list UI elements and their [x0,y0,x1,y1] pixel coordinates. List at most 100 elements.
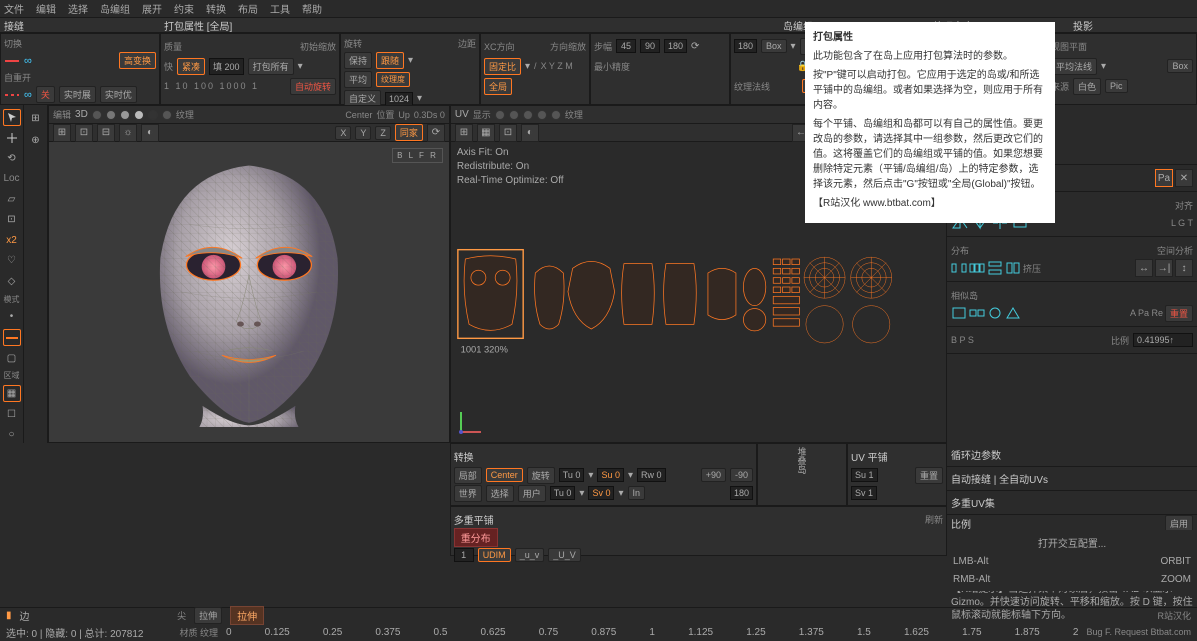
menu-islandgroup[interactable]: 岛编组 [100,1,130,16]
icon-button[interactable]: ◐ [141,124,159,142]
menu-tools[interactable]: 工具 [270,1,290,16]
redist-button[interactable]: 重分布 [454,528,498,547]
pivot-button[interactable]: 旋转 [527,467,555,484]
icon-button[interactable]: ☼ [119,124,137,142]
dist-icon[interactable] [969,261,985,275]
vp3d-mode[interactable]: 编辑 [53,108,71,121]
realtime-unfold-button[interactable]: 实时展 [59,86,96,103]
reset-button[interactable]: 重置 [1165,305,1193,322]
multiuv-title[interactable]: 多重UV集 [951,497,995,512]
off-button[interactable]: 关 [36,86,55,103]
follow-button[interactable]: 跟随 [376,52,404,69]
ratio-input[interactable] [1133,333,1193,347]
dist-icon[interactable] [987,261,1003,275]
posneg-label[interactable]: 位置 [376,108,394,121]
tab-seam[interactable]: 接缝 [4,18,154,33]
center-button[interactable]: Center [486,468,523,482]
avgnorm-button[interactable]: 平均法线 [1051,58,1097,75]
refresh-label[interactable]: 刷新 [925,513,943,526]
move-tool-icon[interactable] [3,130,21,147]
x-button[interactable]: X [335,126,351,140]
extend-button[interactable]: 拉伸 [230,606,264,625]
in-button[interactable]: In [628,486,646,500]
refresh-icon[interactable]: ⟳ [691,41,699,52]
apare-label[interactable]: A Pa Re [1130,308,1163,318]
fixratio-button[interactable]: 固定比 [484,58,521,75]
z-button[interactable]: Z [375,126,391,140]
global-button[interactable]: 全局 [484,78,512,95]
pic-button[interactable]: Pic [1105,79,1128,93]
su1-value[interactable]: Su 1 [851,468,878,482]
dropdown-icon[interactable]: ▾ [579,488,584,499]
icon-button[interactable]: ⊟ [97,124,115,142]
icon-button[interactable]: ⊡ [75,124,93,142]
circle-icon[interactable]: ○ [3,427,21,444]
shading-dot[interactable] [509,110,519,120]
snap-icon[interactable] [969,306,985,320]
snap-icon[interactable] [987,306,1003,320]
line-icon[interactable] [3,329,21,346]
dropdown-icon[interactable]: ▾ [298,61,303,72]
fill-value[interactable]: 填 200 [209,58,244,75]
shading-dot[interactable] [537,110,547,120]
tab-projection[interactable]: 投影 [1073,18,1193,33]
x-icon[interactable]: ✕ [1175,169,1193,187]
refresh-icon[interactable]: ⟳ [427,124,445,142]
icon-button[interactable]: ⊡ [499,124,517,142]
dist-icon[interactable] [1005,261,1021,275]
icon-button[interactable]: ◐ [521,124,539,142]
shading-dot[interactable] [148,110,158,120]
vp3d-content[interactable]: B L F R [49,142,449,442]
snap-icon[interactable] [1005,306,1021,320]
up-label[interactable]: Up [398,110,410,120]
y-button[interactable]: Y [355,126,371,140]
shading-dot[interactable] [106,110,116,120]
dropdown-icon[interactable]: ▾ [525,61,530,72]
lgt-label[interactable]: L G T [1171,218,1193,228]
dropdown-icon[interactable]: ▾ [628,470,633,481]
m90-button[interactable]: -90 [730,468,753,482]
box-button[interactable]: Box [1167,59,1193,73]
diamond-icon[interactable]: ◇ [3,273,21,290]
user-button[interactable]: 用户 [518,485,546,502]
highlight-button[interactable]: 高变换 [119,52,156,69]
pa-button[interactable]: Pa [1155,169,1173,187]
arrow-icon[interactable]: →| [1155,259,1173,277]
box-icon[interactable]: ☐ [3,406,21,423]
box-button[interactable]: Box [761,39,787,53]
vpuv-disp[interactable]: 显示 [473,108,491,121]
shading-dot[interactable] [120,110,130,120]
shading-dot[interactable] [162,110,172,120]
mat-label[interactable]: 材质 纹理 [179,626,218,639]
sel-button[interactable]: 选择 [486,485,514,502]
tab-packprops[interactable]: 打包属性 [全局] [164,18,773,33]
world-button[interactable]: 世界 [454,485,482,502]
icon-button[interactable]: ⊞ [455,124,473,142]
shading-dot[interactable] [134,110,144,120]
autopack-button[interactable]: 自动旋转 [290,78,336,95]
loop-title[interactable]: 循环边参数 [951,449,1001,464]
menu-transform[interactable]: 转换 [206,1,226,16]
arrow-icon[interactable]: ↕ [1175,259,1193,277]
openinteract-link[interactable]: 打开交互配置... [953,533,1191,552]
face-icon[interactable]: ▢ [3,350,21,367]
autoseam-title[interactable]: 自动接缝 | 全自动UVs [951,473,1048,488]
menu-file[interactable]: 文件 [4,1,24,16]
mag-icon[interactable]: ⊕ [27,131,45,149]
similarity-button[interactable]: 纹理度 [376,72,410,87]
vertex-icon[interactable]: ⊞ [27,109,45,127]
p90-button[interactable]: +90 [701,468,726,482]
snap-icon[interactable] [951,306,967,320]
rw-value[interactable]: Rw 0 [637,468,666,482]
bps-label[interactable]: B P S [951,335,974,345]
dist-icon[interactable] [951,261,967,275]
dropdown-icon[interactable]: ▾ [408,55,413,66]
v1024[interactable]: 1024 [385,92,413,106]
dropdown-icon[interactable]: ▾ [417,93,422,104]
white-button[interactable]: 白色 [1073,78,1101,95]
sv-value[interactable]: Sv 0 [588,486,614,500]
shading-dot[interactable] [551,110,561,120]
keep-button[interactable]: 保持 [344,52,372,69]
sync-button[interactable]: 同家 [395,124,423,141]
region-icon[interactable]: ▦ [3,385,21,402]
